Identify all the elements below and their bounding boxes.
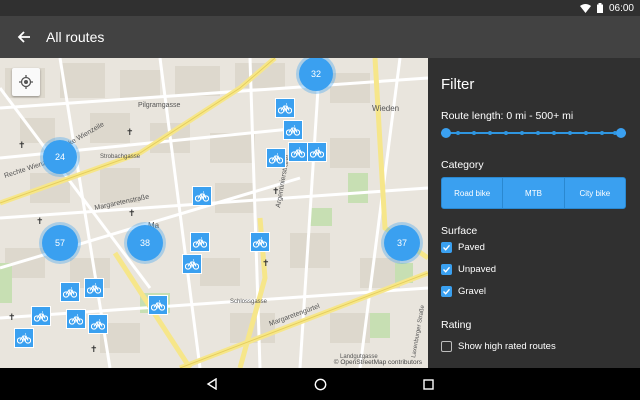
surface-unpaved-checkbox[interactable]: Unpaved — [441, 264, 496, 275]
page-title: All routes — [46, 29, 105, 45]
high-rated-checkbox[interactable]: Show high rated routes — [441, 341, 556, 352]
nav-recents-button[interactable] — [420, 376, 436, 392]
category-selector: Road bike MTB City bike — [441, 177, 626, 209]
svg-text:✝: ✝ — [8, 313, 16, 323]
rating-label: Rating — [441, 319, 472, 331]
my-location-button[interactable] — [12, 68, 40, 96]
checkbox-unchecked-icon — [441, 341, 452, 352]
bike-route-marker[interactable] — [275, 98, 295, 118]
bike-route-marker[interactable] — [283, 120, 303, 140]
svg-text:✝: ✝ — [126, 128, 134, 138]
bike-route-marker[interactable] — [288, 142, 308, 162]
map-label: Wieden — [372, 104, 399, 113]
bicycle-icon — [193, 237, 207, 248]
battery-icon — [596, 3, 603, 13]
map-label: Schlossgasse — [230, 299, 268, 305]
bicycle-icon — [286, 125, 300, 136]
svg-text:✝: ✝ — [262, 259, 270, 269]
bicycle-icon — [195, 191, 209, 202]
category-mtb[interactable]: MTB — [502, 178, 563, 208]
nav-home-button[interactable] — [312, 376, 328, 392]
bike-route-marker[interactable] — [307, 142, 327, 162]
map-attribution: © OpenStreetMap contributors — [333, 359, 422, 366]
checkbox-checked-icon — [441, 242, 452, 253]
cluster-24[interactable]: 24 — [43, 140, 77, 174]
bicycle-icon — [269, 153, 283, 164]
category-label: Category — [441, 159, 484, 171]
recents-square-icon — [422, 378, 434, 390]
route-length-slider[interactable] — [441, 128, 626, 138]
bicycle-icon — [34, 311, 48, 322]
my-location-icon — [19, 75, 33, 89]
status-bar: 06:00 — [0, 0, 640, 16]
slider-thumb-max[interactable] — [616, 128, 626, 138]
cluster-38[interactable]: 38 — [127, 225, 163, 261]
surface-option-label: Unpaved — [458, 264, 497, 275]
surface-label: Surface — [441, 225, 478, 237]
nav-back-button[interactable] — [204, 376, 220, 392]
map-label: Strobachgasse — [100, 154, 141, 160]
bicycle-icon — [278, 103, 292, 114]
slider-thumb-min[interactable] — [441, 128, 451, 138]
surface-paved-checkbox[interactable]: Paved — [441, 242, 485, 253]
bike-route-marker[interactable] — [84, 278, 104, 298]
bike-route-marker[interactable] — [14, 328, 34, 348]
back-triangle-icon — [206, 378, 217, 390]
bicycle-icon — [151, 300, 165, 311]
checkbox-checked-icon — [441, 264, 452, 275]
surface-gravel-checkbox[interactable]: Gravel — [441, 286, 486, 297]
bicycle-icon — [63, 287, 77, 298]
system-nav-bar — [0, 368, 640, 400]
bike-route-marker[interactable] — [31, 306, 51, 326]
bicycle-icon — [87, 283, 101, 294]
bicycle-icon — [310, 147, 324, 158]
status-time: 06:00 — [608, 2, 634, 14]
route-map[interactable]: Pilgramgasse Wieden Margaretenstraße Mar… — [0, 58, 428, 368]
svg-text:✝: ✝ — [36, 217, 44, 227]
bicycle-icon — [91, 319, 105, 330]
surface-option-label: Gravel — [458, 286, 486, 297]
home-circle-icon — [314, 378, 326, 390]
bike-route-marker[interactable] — [88, 314, 108, 334]
bike-route-marker[interactable] — [266, 148, 286, 168]
svg-text:✝: ✝ — [18, 141, 26, 151]
bike-route-marker[interactable] — [250, 232, 270, 252]
map-label: Pilgramgasse — [138, 102, 181, 109]
bike-route-marker[interactable] — [192, 186, 212, 206]
bicycle-icon — [69, 314, 83, 325]
bicycle-icon — [253, 237, 267, 248]
checkbox-checked-icon — [441, 286, 452, 297]
svg-text:✝: ✝ — [90, 345, 98, 355]
category-road-bike[interactable]: Road bike — [442, 178, 502, 208]
bike-route-marker[interactable] — [60, 282, 80, 302]
bicycle-icon — [185, 259, 199, 270]
bike-route-marker[interactable] — [190, 232, 210, 252]
bike-route-marker[interactable] — [182, 254, 202, 274]
back-button[interactable] — [14, 27, 34, 47]
arrow-back-icon — [17, 31, 30, 43]
bicycle-icon — [291, 147, 305, 158]
rating-option-label: Show high rated routes — [458, 341, 556, 352]
surface-option-label: Paved — [458, 242, 485, 253]
svg-text:✝: ✝ — [128, 209, 136, 219]
wifi-icon — [579, 3, 591, 13]
cluster-57[interactable]: 57 — [42, 225, 78, 261]
bike-route-marker[interactable] — [66, 309, 86, 329]
bicycle-icon — [17, 333, 31, 344]
bike-route-marker[interactable] — [148, 295, 168, 315]
map-tiles: Pilgramgasse Wieden Margaretenstraße Mar… — [0, 58, 428, 368]
filter-panel: Filter Route length: 0 mi - 500+ mi Cate… — [428, 58, 640, 368]
filter-title: Filter — [441, 76, 475, 93]
app-bar: All routes — [0, 16, 640, 58]
route-length-label: Route length: 0 mi - 500+ mi — [441, 110, 574, 122]
cluster-37[interactable]: 37 — [384, 225, 420, 261]
slider-track — [441, 132, 626, 134]
category-city-bike[interactable]: City bike — [563, 178, 625, 208]
cluster-32[interactable]: 32 — [299, 58, 333, 91]
svg-text:✝: ✝ — [272, 187, 280, 197]
